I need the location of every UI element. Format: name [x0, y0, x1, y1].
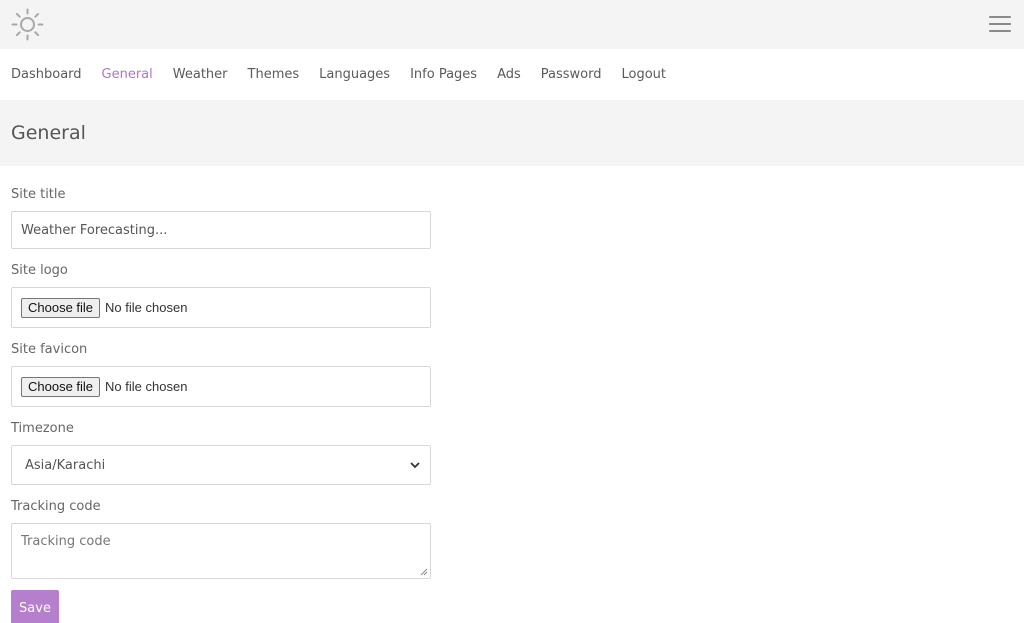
- site-favicon-choose-file-button[interactable]: Choose file: [21, 376, 101, 397]
- nav-item-password[interactable]: Password: [541, 67, 602, 82]
- nav-item-ads[interactable]: Ads: [497, 67, 521, 82]
- tracking-code-label: Tracking code: [11, 499, 101, 514]
- site-favicon-label: Site favicon: [11, 342, 88, 357]
- hamburger-menu-icon[interactable]: [989, 16, 1011, 32]
- site-title-input[interactable]: Weather Forecasting...: [11, 211, 431, 249]
- site-title-group: Site title Weather Forecasting...: [11, 187, 431, 249]
- tracking-code-textarea[interactable]: Tracking code: [11, 523, 431, 579]
- sun-icon[interactable]: [11, 8, 44, 41]
- timezone-select[interactable]: Asia/Karachi: [11, 445, 431, 485]
- page-header: General: [0, 100, 1024, 166]
- site-logo-choose-file-button[interactable]: Choose file: [21, 297, 101, 318]
- nav-item-info-pages[interactable]: Info Pages: [410, 67, 477, 82]
- tracking-code-group: Tracking code Tracking code: [11, 499, 431, 579]
- site-title-value: Weather Forecasting...: [21, 222, 168, 238]
- site-logo-file-status: No file chosen: [105, 300, 188, 315]
- nav-item-dashboard[interactable]: Dashboard: [11, 67, 82, 82]
- timezone-label: Timezone: [11, 421, 74, 436]
- main-nav: Dashboard General Weather Themes Languag…: [0, 49, 1024, 100]
- site-favicon-file-status: No file chosen: [105, 379, 188, 394]
- general-settings-form: Site title Weather Forecasting... Site l…: [0, 166, 431, 623]
- nav-item-languages[interactable]: Languages: [319, 67, 390, 82]
- nav-item-general[interactable]: General: [102, 67, 153, 82]
- nav-item-weather[interactable]: Weather: [173, 67, 228, 82]
- save-button[interactable]: Save: [11, 590, 59, 623]
- top-bar: [0, 0, 1024, 49]
- timezone-selected-value: Asia/Karachi: [25, 457, 106, 473]
- resize-handle-icon[interactable]: [420, 568, 428, 576]
- site-logo-group: Site logo Choose file No file chosen: [11, 263, 431, 328]
- site-favicon-group: Site favicon Choose file No file chosen: [11, 342, 431, 407]
- site-favicon-file-input: Choose file No file chosen: [11, 366, 431, 407]
- nav-item-themes[interactable]: Themes: [248, 67, 300, 82]
- chevron-down-icon: [410, 462, 420, 469]
- tracking-code-placeholder: Tracking code: [21, 534, 111, 549]
- timezone-group: Timezone Asia/Karachi: [11, 421, 431, 485]
- site-title-label: Site title: [11, 187, 66, 202]
- site-logo-file-input: Choose file No file chosen: [11, 287, 431, 328]
- page-title: General: [11, 122, 86, 144]
- nav-item-logout[interactable]: Logout: [622, 67, 667, 82]
- site-logo-label: Site logo: [11, 263, 68, 278]
